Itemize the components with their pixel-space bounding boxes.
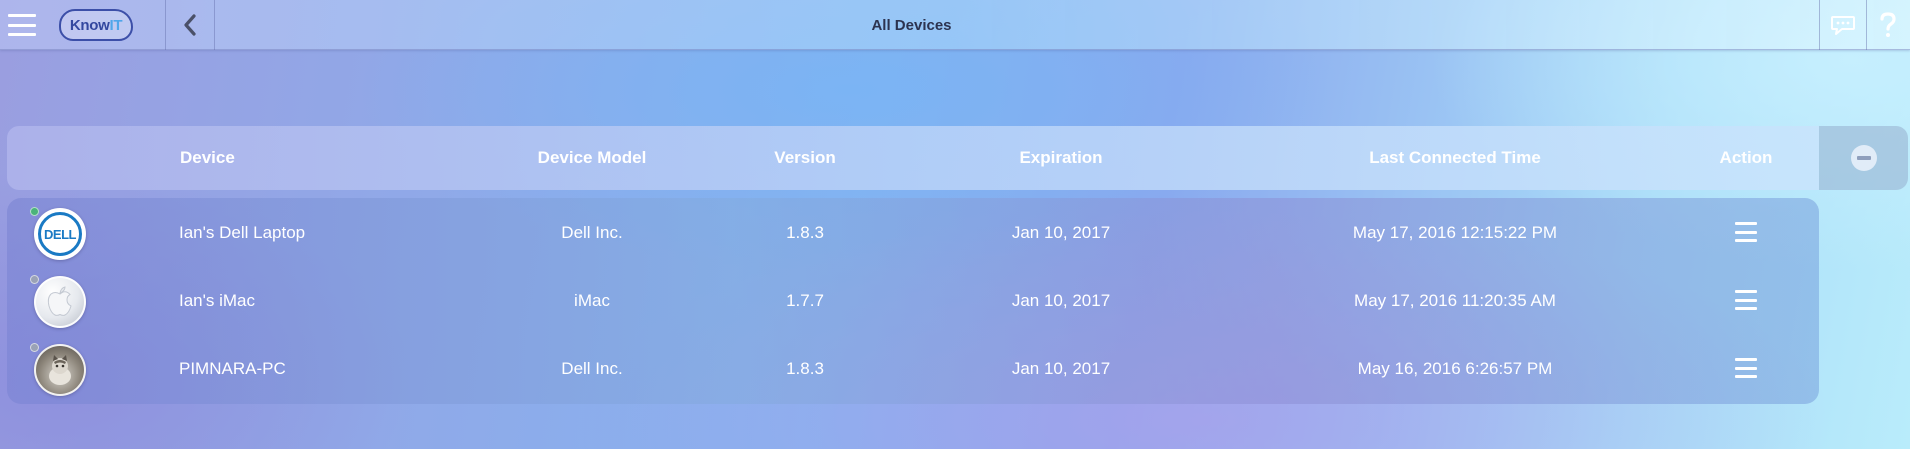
device-version: 1.7.7 [786, 291, 824, 310]
device-last-connected: May 17, 2016 12:15:22 PM [1352, 223, 1558, 242]
column-header-expiration[interactable]: Expiration [1019, 126, 1102, 190]
device-name[interactable]: PIMNARA-PC [179, 335, 286, 403]
hamburger-action-icon[interactable] [1735, 222, 1757, 242]
column-header-device[interactable]: Device [180, 126, 235, 190]
minus-circle-icon [1850, 145, 1877, 171]
device-model: Dell Inc. [561, 223, 623, 242]
device-expiration: Jan 10, 2017 [1011, 359, 1111, 378]
top-bar: Know IT All Devices [0, 0, 1910, 50]
chat-button[interactable] [1820, 0, 1866, 50]
device-expiration: Jan 10, 2017 [1011, 291, 1111, 310]
table-row[interactable]: PIMNARA-PC Dell Inc. 1.8.3 Jan 10, 2017 … [0, 335, 1910, 403]
column-header-version[interactable]: Version [774, 126, 835, 190]
column-header-action: Action [1719, 148, 1773, 167]
help-button[interactable] [1866, 0, 1910, 50]
page-title: All Devices [871, 16, 952, 34]
dell-logo-icon: DELL [34, 208, 86, 260]
hamburger-action-icon[interactable] [1735, 290, 1757, 310]
device-model: iMac [574, 291, 610, 310]
table-row[interactable]: Ian's iMac iMac 1.7.7 Jan 10, 2017 May 1… [0, 267, 1910, 335]
device-version: 1.8.3 [786, 223, 824, 242]
device-last-connected: May 17, 2016 11:20:35 AM [1354, 291, 1556, 310]
device-name[interactable]: Ian's Dell Laptop [179, 199, 305, 267]
column-header-last-connected[interactable]: Last Connected Time [1369, 126, 1541, 190]
device-model: Dell Inc. [561, 359, 623, 378]
device-expiration: Jan 10, 2017 [1011, 223, 1111, 242]
column-header-device-model[interactable]: Device Model [538, 126, 647, 190]
device-name[interactable]: Ian's iMac [179, 267, 255, 335]
device-last-connected: May 16, 2016 6:26:57 PM [1357, 359, 1553, 378]
chat-bubble-icon [1831, 16, 1855, 35]
table-row[interactable]: DELL Ian's Dell Laptop Dell Inc. 1.8.3 J… [0, 199, 1910, 267]
pet-photo-avatar [34, 344, 86, 396]
device-version: 1.8.3 [786, 359, 824, 378]
status-indicator-offline [30, 275, 39, 284]
status-indicator-online [30, 207, 39, 216]
apple-logo-icon [34, 276, 86, 328]
question-mark-icon [1880, 12, 1896, 37]
collapse-button[interactable] [1819, 126, 1908, 190]
table-header [7, 126, 1819, 190]
hamburger-action-icon[interactable] [1735, 358, 1757, 378]
status-indicator-offline [30, 343, 39, 352]
